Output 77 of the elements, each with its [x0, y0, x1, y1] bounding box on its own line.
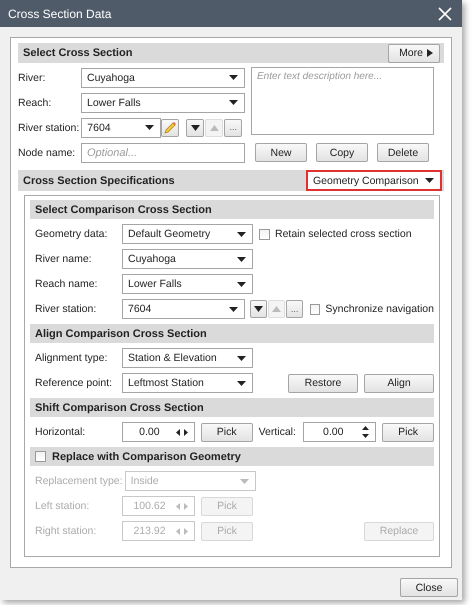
pencil-icon: [163, 120, 178, 134]
up-down-arrows-icon: [362, 426, 370, 438]
dropdown[interactable]: 7604: [122, 299, 245, 319]
field-label: Alignment type:: [35, 352, 108, 364]
reach-dropdown[interactable]: Lower Falls: [81, 92, 245, 112]
caret-icon: [229, 75, 238, 80]
checkbox[interactable]: [35, 451, 46, 462]
next-button[interactable]: [186, 118, 204, 136]
field-label: River:: [18, 72, 46, 84]
horizontal-spin-field[interactable]: 0.00: [122, 422, 195, 442]
down-triangle-icon: [190, 124, 200, 130]
section-title: Select Cross Section: [23, 47, 132, 59]
caret-icon: [229, 100, 238, 105]
left-right-arrows-icon: [176, 528, 188, 534]
caret-icon: [237, 256, 246, 262]
mode-dropdown[interactable]: Geometry Comparison: [306, 170, 442, 191]
dropdown[interactable]: Station & Elevation: [122, 348, 253, 368]
field-label: Reach:: [18, 96, 52, 108]
pick-button[interactable]: Pick: [382, 422, 434, 442]
field-label: Horizontal:: [35, 426, 86, 438]
field-label: Reach name:: [35, 278, 98, 290]
section-title: Align Comparison Cross Section: [35, 328, 207, 340]
action-button[interactable]: New: [255, 143, 307, 162]
field-label: Geometry data:: [35, 228, 108, 240]
action-button[interactable]: Align: [364, 374, 434, 392]
up-triangle-icon: [272, 306, 282, 312]
checkbox[interactable]: [259, 228, 270, 240]
window-title: Cross Section Data: [8, 6, 112, 20]
close-icon[interactable]: [438, 6, 452, 20]
action-button[interactable]: Restore: [288, 374, 358, 392]
field-label: Node name:: [18, 146, 76, 158]
vertical-spin-field[interactable]: 0.00: [303, 422, 376, 442]
action-button[interactable]: Copy: [316, 143, 368, 162]
checkbox-label: Synchronize navigation: [325, 303, 434, 315]
dropdown[interactable]: Lower Falls: [122, 274, 253, 294]
dropdown[interactable]: Default Geometry: [122, 224, 253, 244]
dropdown[interactable]: Cuyahoga: [122, 249, 253, 269]
field-label: Replacement type:: [35, 475, 124, 487]
action-button[interactable]: Delete: [377, 143, 429, 162]
more-button[interactable]: More: [388, 44, 440, 62]
field-label: River station:: [18, 122, 80, 134]
caret-icon: [237, 380, 246, 386]
caret-icon: [237, 282, 246, 286]
browse-button[interactable]: ...: [286, 300, 304, 318]
section-title: Cross Section Specifications: [23, 174, 175, 186]
field-label: Right station:: [35, 525, 98, 537]
node-name-field[interactable]: Optional...: [81, 142, 245, 162]
pick-button[interactable]: Pick: [200, 422, 253, 442]
close-button[interactable]: Close: [400, 578, 458, 597]
river-dropdown[interactable]: Cuyahoga: [81, 68, 245, 88]
section-title: Select Comparison Cross Section: [35, 204, 212, 216]
edit-button[interactable]: [161, 118, 180, 136]
field-label: Left station:: [35, 500, 90, 512]
caret-icon: [240, 478, 249, 484]
up-triangle-icon: [210, 124, 219, 130]
browse-button[interactable]: ...: [224, 118, 242, 136]
caret-icon: [228, 306, 238, 312]
caret-icon: [425, 178, 434, 183]
left-right-arrows-icon: [176, 428, 188, 436]
section-title: Replace with Comparison Geometry: [52, 450, 241, 462]
field-label: Vertical:: [258, 426, 297, 438]
down-triangle-icon: [254, 306, 264, 312]
dropdown[interactable]: Leftmost Station: [122, 373, 253, 393]
field-label: River station:: [35, 303, 98, 315]
caret-icon: [237, 232, 246, 236]
left-right-arrows-icon: [176, 502, 188, 510]
station-dropdown[interactable]: 7604: [81, 118, 162, 138]
play-icon: [427, 49, 433, 57]
field-label: Reference point:: [35, 377, 114, 389]
field-label: River name:: [35, 253, 93, 265]
description-field[interactable]: Enter text description here...: [251, 67, 434, 135]
checkbox-label: Retain selected cross section: [275, 228, 412, 240]
next-button[interactable]: [250, 300, 268, 318]
section-title: Shift Comparison Cross Section: [35, 402, 204, 414]
checkbox[interactable]: [310, 304, 320, 314]
caret-icon: [145, 125, 154, 130]
caret-icon: [237, 356, 246, 360]
